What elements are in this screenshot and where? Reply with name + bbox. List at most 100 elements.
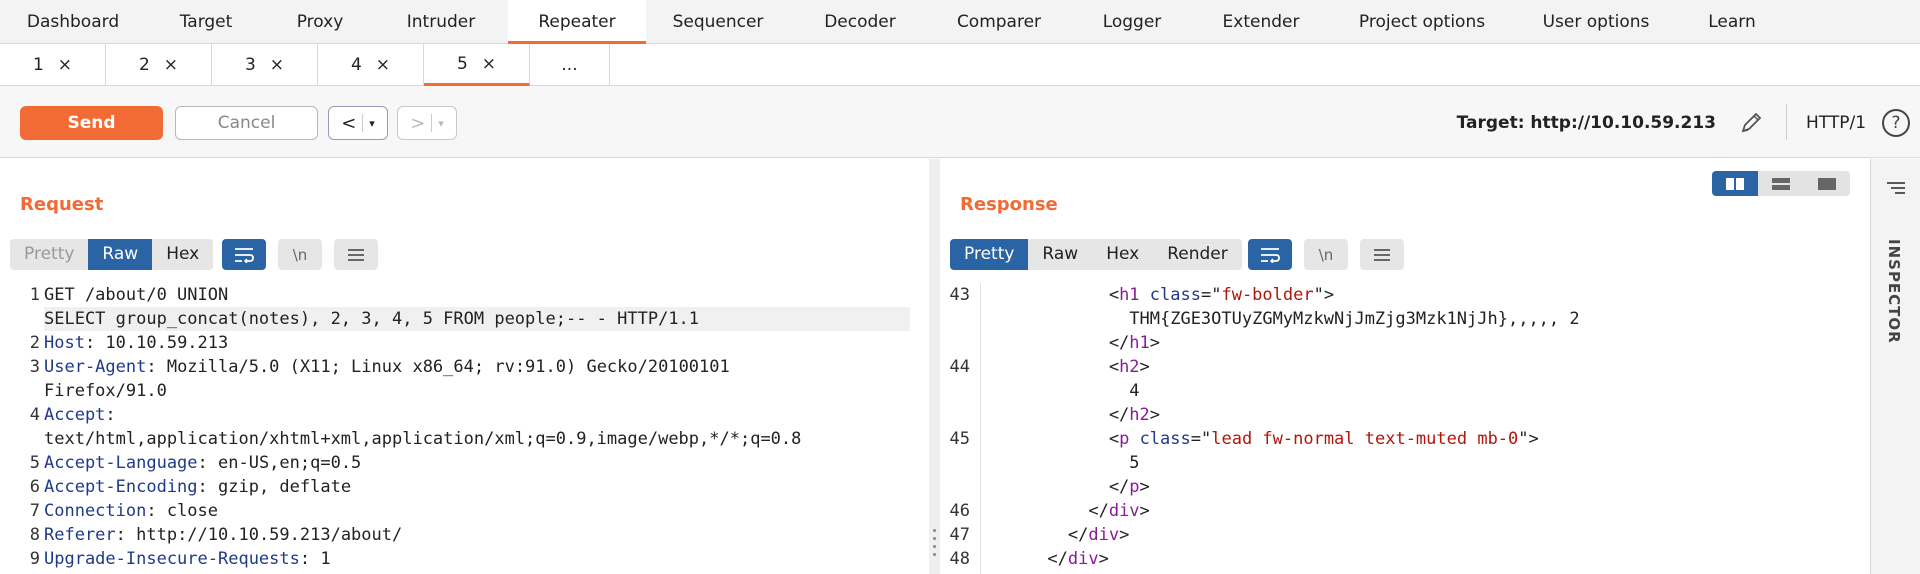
new-tab-button[interactable]: ... <box>530 44 610 86</box>
request-view-pretty[interactable]: Pretty <box>10 239 89 270</box>
tab-user-options[interactable]: User options <box>1518 0 1674 44</box>
show-newlines-icon[interactable]: \n <box>278 239 322 270</box>
tab-learn[interactable]: Learn <box>1674 0 1790 44</box>
wrap-lines-icon[interactable] <box>1248 239 1292 270</box>
request-view-raw[interactable]: Raw <box>88 239 153 270</box>
close-icon[interactable]: × <box>482 54 496 74</box>
send-button[interactable]: Send <box>20 106 163 140</box>
history-forward-button[interactable]: > ▾ <box>397 106 457 140</box>
line-text: Accept-Language: en-US,en;q=0.5 <box>44 451 361 475</box>
line-text: 5 <box>986 451 1139 475</box>
tab-sequencer[interactable]: Sequencer <box>646 0 790 44</box>
code-token: div <box>1067 549 1099 569</box>
code-token: User-Agent <box>44 357 147 377</box>
show-newlines-icon[interactable]: \n <box>1304 239 1348 270</box>
tab-logger[interactable]: Logger <box>1068 0 1196 44</box>
tab-decoder[interactable]: Decoder <box>790 0 930 44</box>
close-icon[interactable]: × <box>164 55 178 75</box>
inspector-menu-icon[interactable] <box>1886 181 1906 195</box>
repeater-tab-5[interactable]: 5 × <box>424 44 530 86</box>
line-text: Accept: <box>44 403 116 427</box>
line-text: THM{ZGE3OTUyZGMyMzkwNjJmZjg3Mzk1NjJh},,,… <box>986 307 1579 331</box>
request-toolbar: Send Cancel < ▾ > ▾ Target: http://10.10… <box>0 86 1920 158</box>
code-token: GET /about/0 UNION <box>44 285 229 305</box>
repeater-tab-3[interactable]: 3 × <box>212 44 318 86</box>
code-token: : en-US,en;q=0.5 <box>197 453 362 473</box>
code-token: h2 <box>1129 405 1150 425</box>
code-token: Firefox/91.0 <box>44 381 167 401</box>
code-token: : close <box>146 501 219 521</box>
line-text: text/html,application/xhtml+xml,applicat… <box>44 427 801 451</box>
history-back-button[interactable]: < ▾ <box>328 106 388 140</box>
code-token: =" <box>1190 429 1212 449</box>
code-token: < <box>986 285 1120 305</box>
request-editor[interactable]: 1 GET /about/0 UNION SELECT group_concat(n… <box>10 283 910 571</box>
cancel-button[interactable]: Cancel <box>175 106 318 140</box>
code-line: 1 GET /about/0 UNION <box>10 283 910 307</box>
edit-target-icon[interactable] <box>1737 109 1765 137</box>
response-viewer[interactable]: 43 <h1 class="fw-bolder"> THM{ZGE3OTUyZG… <box>940 283 1860 571</box>
code-line: THM{ZGE3OTUyZGMyMzkwNjJmZjg3Mzk1NjJh},,,… <box>940 307 1860 331</box>
tab-proxy[interactable]: Proxy <box>266 0 374 44</box>
line-text: Referer: http://10.10.59.213/about/ <box>44 523 402 547</box>
response-view-raw[interactable]: Raw <box>1028 239 1093 270</box>
line-text: </div> <box>986 523 1129 547</box>
code-token: > <box>1098 549 1109 569</box>
code-line: text/html,application/xhtml+xml,applicat… <box>10 427 910 451</box>
repeater-tab-label: 4 <box>350 55 362 75</box>
menu-icon[interactable] <box>334 239 378 270</box>
response-view-render[interactable]: Render <box>1153 239 1242 270</box>
help-icon[interactable]: ? <box>1882 109 1910 137</box>
tab-comparer[interactable]: Comparer <box>930 0 1068 44</box>
response-view-tabs: Pretty Raw Hex Render <box>950 239 1242 270</box>
code-line: 4 Accept: <box>10 403 910 427</box>
line-number: 48 <box>949 549 970 569</box>
tab-project-options[interactable]: Project options <box>1326 0 1518 44</box>
tab-dashboard[interactable]: Dashboard <box>0 0 146 44</box>
tabbed-layout-icon[interactable] <box>1804 171 1850 196</box>
code-token: p <box>1129 477 1140 497</box>
close-icon[interactable]: × <box>270 55 284 75</box>
response-view-hex[interactable]: Hex <box>1092 239 1154 270</box>
repeater-tab-2[interactable]: 2 × <box>106 44 212 86</box>
chevron-down-icon[interactable]: ▾ <box>369 117 375 130</box>
code-line: 3 User-Agent: Mozilla/5.0 (X11; Linux x86… <box>10 355 910 379</box>
close-icon[interactable]: × <box>58 55 72 75</box>
response-view-pretty[interactable]: Pretty <box>950 239 1029 270</box>
http-version-selector[interactable]: HTTP/1 <box>1806 113 1866 133</box>
code-token: =" <box>1200 285 1222 305</box>
code-token: : <box>105 405 116 425</box>
repeater-tab-1[interactable]: 1 × <box>0 44 106 86</box>
tab-target[interactable]: Target <box>146 0 266 44</box>
panel-splitter[interactable] <box>929 159 940 574</box>
code-token: > <box>1139 501 1150 521</box>
chevron-right-icon: > <box>410 112 426 134</box>
request-view-hex[interactable]: Hex <box>152 239 214 270</box>
code-line: 2 Host: 10.10.59.213 <box>10 331 910 355</box>
menu-icon[interactable] <box>1360 239 1404 270</box>
code-line: </h1> <box>940 331 1860 355</box>
chevron-down-icon[interactable]: ▾ <box>438 117 444 130</box>
line-text: <p class="lead fw-normal text-muted mb-0… <box>986 427 1539 451</box>
divider <box>431 114 433 132</box>
code-token: > <box>1139 357 1150 377</box>
inspector-sidebar[interactable]: INSPECTOR <box>1870 159 1920 574</box>
tab-repeater[interactable]: Repeater <box>508 0 646 44</box>
line-number: 45 <box>949 429 970 449</box>
tab-intruder[interactable]: Intruder <box>374 0 508 44</box>
stacked-layout-icon[interactable] <box>1758 171 1804 196</box>
wrap-lines-icon[interactable] <box>222 239 266 270</box>
repeater-tab-4[interactable]: 4 × <box>318 44 424 86</box>
code-line: 8 Referer: http://10.10.59.213/about/ <box>10 523 910 547</box>
layout-toggle <box>1712 171 1850 196</box>
repeater-tab-bar: 1 × 2 × 3 × 4 × 5 × ... <box>0 44 1920 86</box>
drag-handle-icon[interactable] <box>933 529 936 559</box>
code-token: Accept <box>44 405 106 425</box>
code-line: 44 <h2> <box>940 355 1860 379</box>
side-by-side-layout-icon[interactable] <box>1712 171 1758 196</box>
inspector-label[interactable]: INSPECTOR <box>1885 239 1903 344</box>
close-icon[interactable]: × <box>376 55 390 75</box>
tab-extender[interactable]: Extender <box>1196 0 1326 44</box>
response-title: Response <box>960 194 1058 215</box>
code-token: "> <box>1518 429 1539 449</box>
